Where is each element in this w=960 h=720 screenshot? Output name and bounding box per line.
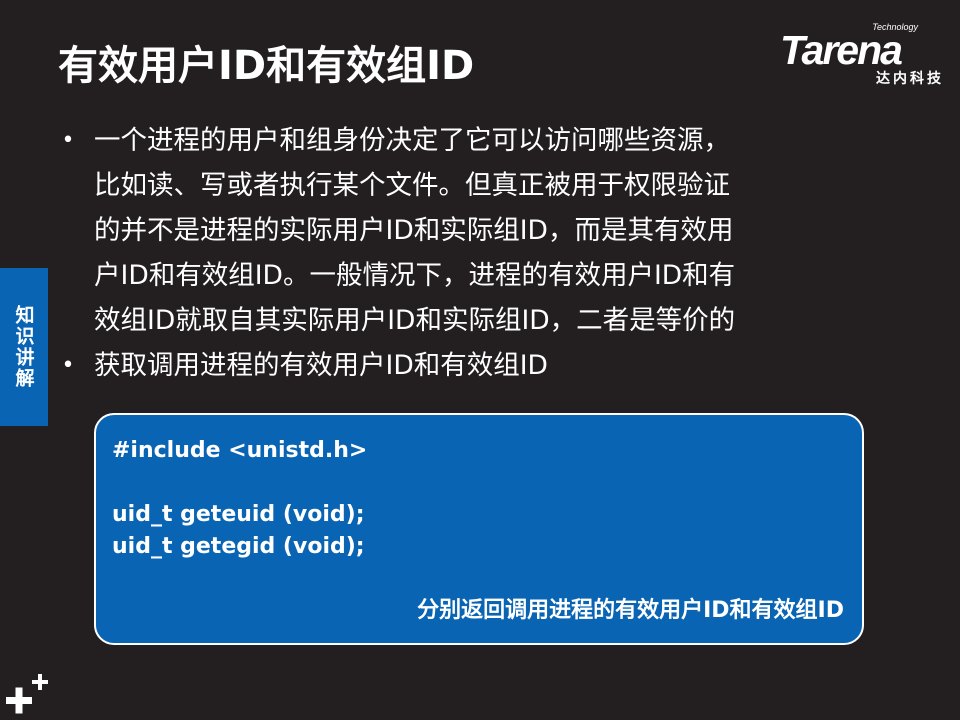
bullet-list: • 一个进程的用户和组身份决定了它可以访问哪些资源， 比如读、写或者执行某个文件…: [58, 118, 878, 388]
bullet-line: 效组ID就取自其实际用户ID和实际组ID，二者是等价的: [94, 305, 736, 336]
code-getegid-line: uid_t getegid (void);: [112, 534, 365, 559]
bullet-item-2: • 获取调用进程的有效用户ID和有效组ID: [58, 343, 878, 388]
bullet-line: 户ID和有效组ID。一般情况下，进程的有效用户ID和有: [94, 260, 736, 291]
bullet-line: 的并不是进程的实际用户ID和实际组ID，而是其有效用: [94, 215, 734, 246]
logo-chinese-name: 达内科技: [876, 71, 944, 87]
slide-title: 有效用户ID和有效组ID: [58, 43, 475, 89]
bullet-line: 比如读、写或者执行某个文件。但真正被用于权限验证: [94, 170, 730, 201]
tarena-logo: Technology Tarena 达内科技: [778, 22, 948, 87]
bullet-line: 一个进程的用户和组身份决定了它可以访问哪些资源，: [94, 125, 730, 156]
code-note: 分别返回调用进程的有效用户ID和有效组ID: [417, 598, 844, 623]
logo-wordmark: Tarena: [780, 27, 903, 73]
code-box: #include <unistd.h> uid_t geteuid (void)…: [94, 413, 864, 645]
section-side-tab-label: 知识讲解: [12, 305, 35, 389]
bullet-dot-icon: •: [61, 353, 75, 378]
plus-plus-icon: [6, 674, 48, 714]
slide: 有效用户ID和有效组ID Technology Tarena 达内科技 知识讲解…: [0, 0, 960, 720]
code-include-line: #include <unistd.h>: [112, 438, 368, 463]
bullet-line: 获取调用进程的有效用户ID和有效组ID: [94, 350, 548, 381]
section-side-tab: 知识讲解: [0, 268, 48, 426]
bullet-dot-icon: •: [61, 128, 75, 153]
bullet-item-1: • 一个进程的用户和组身份决定了它可以访问哪些资源， 比如读、写或者执行某个文件…: [58, 118, 878, 343]
code-geteuid-line: uid_t geteuid (void);: [112, 502, 365, 527]
